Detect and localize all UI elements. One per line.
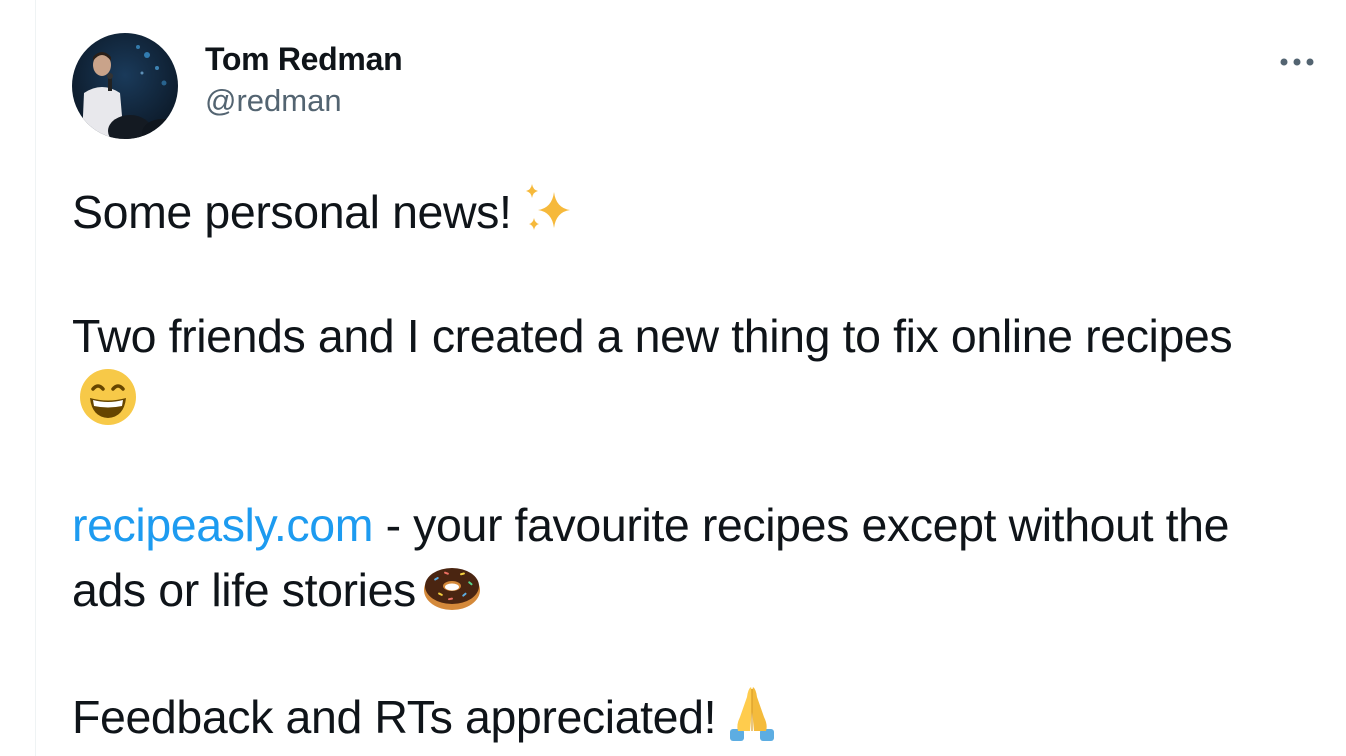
tweet-paragraph: Feedback and RTs appreciated!: [72, 683, 1272, 748]
sparkles-emoji-icon: [518, 178, 578, 238]
tweet-text: Some personal news! Two friends and I cr…: [72, 178, 1272, 748]
tweet-paragraph: Two friends and I created a new thing to…: [72, 305, 1272, 432]
recipeasly-link[interactable]: recipeasly.com: [72, 499, 373, 551]
tweet: Tom Redman @redman Some personal news! T…: [72, 33, 1322, 748]
avatar[interactable]: [72, 33, 178, 139]
folded-hands-emoji-icon: [722, 683, 782, 743]
tweet-paragraph: recipeasly.com - your favourite recipes …: [72, 494, 1272, 621]
tweet-line-2: Two friends and I created a new thing to…: [72, 310, 1233, 362]
more-options-icon: [1280, 58, 1314, 66]
timeline-divider: [35, 0, 36, 756]
author-display-name[interactable]: Tom Redman: [205, 39, 403, 79]
tweet-header: Tom Redman @redman: [72, 33, 1322, 139]
author-names: Tom Redman @redman: [205, 39, 403, 123]
tweet-paragraph: Some personal news!: [72, 178, 1272, 243]
tweet-line-1: Some personal news!: [72, 186, 512, 238]
grinning-face-emoji-icon: [78, 367, 138, 427]
more-options-button[interactable]: [1272, 47, 1322, 77]
author-handle[interactable]: @redman: [205, 79, 402, 123]
doughnut-emoji-icon: [422, 556, 482, 616]
tweet-line-4: Feedback and RTs appreciated!: [72, 691, 717, 743]
